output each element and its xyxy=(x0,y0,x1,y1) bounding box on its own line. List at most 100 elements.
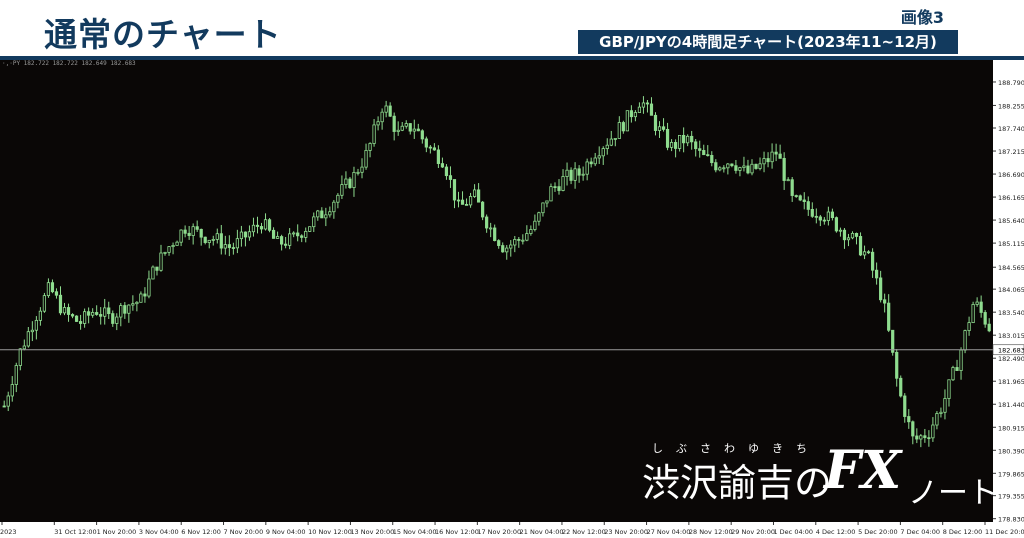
candle-body xyxy=(911,421,915,437)
candle-body xyxy=(553,186,557,189)
candle-body xyxy=(617,122,621,139)
candle-body xyxy=(879,277,883,301)
y-tick-label: 181.440 xyxy=(998,401,1024,409)
candle-body xyxy=(895,351,899,379)
candle-body xyxy=(649,103,654,116)
candle-body xyxy=(758,163,762,169)
candle-body xyxy=(316,210,320,218)
x-tick-label: 22 Nov 12:00 xyxy=(562,528,606,536)
candle-body xyxy=(790,179,794,196)
chart-caption: GBP/JPYの4時間足チャート(2023年11~12月) xyxy=(578,30,958,54)
candle-body xyxy=(766,158,770,163)
candle-body xyxy=(903,395,907,417)
candle-body xyxy=(577,168,581,176)
y-tick-label: 184.065 xyxy=(998,286,1024,294)
candle-body xyxy=(850,232,855,239)
candle-body xyxy=(275,236,280,239)
candle-body xyxy=(714,162,718,171)
candle-body xyxy=(641,102,646,108)
candle-body xyxy=(686,135,690,144)
x-tick-label: 15 Nov 04:00 xyxy=(393,528,437,536)
candle-body xyxy=(601,148,605,157)
candle-body xyxy=(320,210,324,219)
candle-body xyxy=(943,398,947,413)
candle-body xyxy=(364,150,368,168)
header: 通常のチャート 画像3 GBP/JPYの4時間足チャート(2023年11~12月… xyxy=(0,0,1024,60)
candle-body xyxy=(14,365,18,385)
candle-body xyxy=(6,395,10,407)
candle-body xyxy=(95,312,99,315)
candle-body xyxy=(509,244,513,249)
candle-body xyxy=(979,301,983,313)
candle-body xyxy=(533,220,537,230)
x-tick-label: 10 Nov 12:00 xyxy=(308,528,352,536)
candle-body xyxy=(525,233,529,241)
candle-body xyxy=(493,227,497,241)
y-tick-label: 180.915 xyxy=(998,424,1024,432)
candle-body xyxy=(207,239,211,243)
candle-body xyxy=(742,165,746,168)
candle-body xyxy=(151,266,155,280)
candle-body xyxy=(782,157,786,181)
candle-body xyxy=(103,307,107,317)
candle-body xyxy=(392,115,396,132)
candle-body xyxy=(472,189,477,197)
candle-body xyxy=(62,307,67,314)
candle-body xyxy=(750,163,754,174)
y-tick-label: 184.565 xyxy=(998,264,1024,272)
x-tick-label: 2023 xyxy=(0,528,17,536)
candle-body xyxy=(328,211,332,216)
x-tick-label: 6 Nov 12:00 xyxy=(181,528,221,536)
candle-body xyxy=(975,301,979,305)
candle-body xyxy=(537,212,541,222)
candle-body xyxy=(549,186,553,202)
candle-body xyxy=(541,202,545,214)
x-tick-label: 21 Nov 04:00 xyxy=(520,528,564,536)
candle-body xyxy=(424,138,428,148)
candle-body xyxy=(834,217,839,232)
candle-body xyxy=(34,319,38,331)
candle-body xyxy=(50,282,55,293)
watermark-name: 渋沢諭吉の xyxy=(642,461,833,505)
candle-body xyxy=(360,166,364,173)
candle-body xyxy=(428,146,432,149)
candle-body xyxy=(179,229,183,243)
candle-body xyxy=(653,114,658,131)
candle-body xyxy=(786,179,790,182)
candle-body xyxy=(388,105,392,117)
candle-body xyxy=(629,110,633,118)
candle-body xyxy=(899,377,903,397)
candle-body xyxy=(545,200,549,204)
candle-body xyxy=(376,121,380,126)
x-tick-label: 16 Nov 12:00 xyxy=(435,528,479,536)
candle-body xyxy=(931,424,935,439)
y-tick-label: 187.215 xyxy=(998,148,1024,156)
y-tick-label: 183.540 xyxy=(998,309,1024,317)
candle-body xyxy=(42,295,47,312)
candle-body xyxy=(271,229,276,239)
candle-body xyxy=(171,245,175,248)
candle-body xyxy=(336,194,340,203)
candle-body xyxy=(818,216,822,221)
candle-body xyxy=(288,233,292,246)
candle-body xyxy=(798,195,802,201)
candle-body xyxy=(464,203,469,206)
candle-body xyxy=(870,251,875,271)
candle-body xyxy=(99,314,103,317)
watermark-logo: しぶさわゆきち 渋沢諭吉の FX ノート xyxy=(640,440,1024,530)
candle-body xyxy=(352,172,356,188)
candle-body xyxy=(702,150,706,156)
candle-body xyxy=(408,123,412,132)
candle-body xyxy=(227,244,231,248)
candle-body xyxy=(372,124,376,144)
candle-body xyxy=(476,189,481,203)
candle-body xyxy=(111,313,115,324)
candle-body xyxy=(665,128,670,148)
candle-body xyxy=(951,367,955,381)
y-tick-label: 188.790 xyxy=(998,79,1024,87)
candle-body xyxy=(215,233,219,240)
candle-body xyxy=(561,176,565,191)
candle-body xyxy=(70,314,75,317)
candle-body xyxy=(891,329,895,353)
candle-body xyxy=(581,173,585,176)
